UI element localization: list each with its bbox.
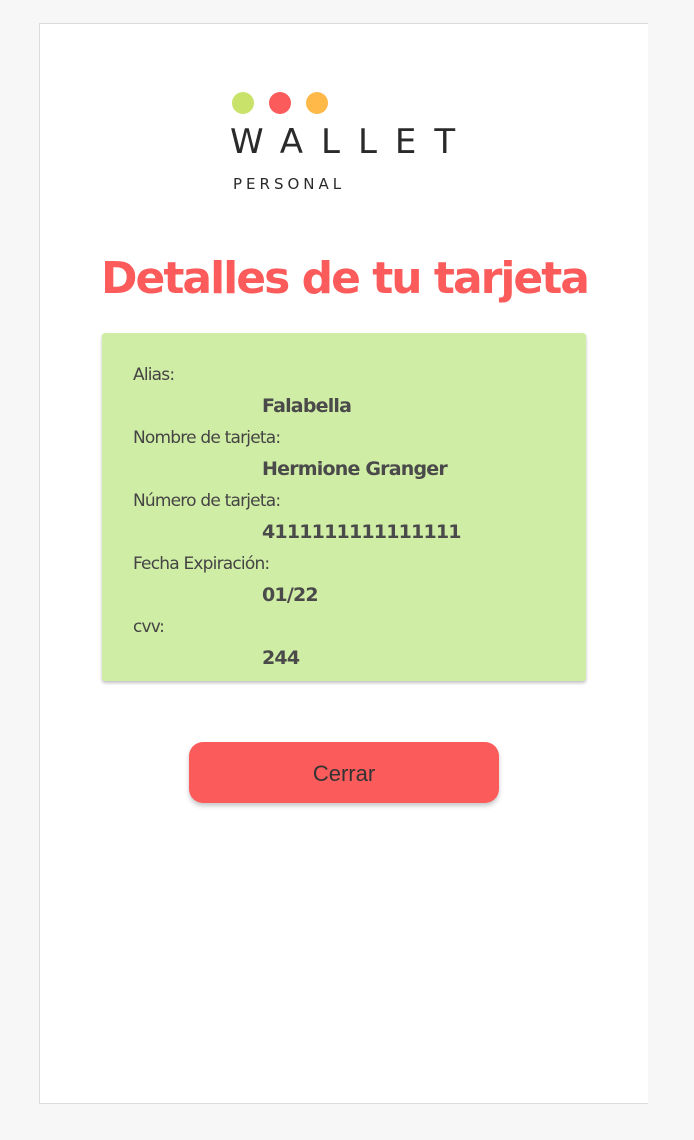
app-screen: WALLET PERSONAL Detalles de tu tarjeta A… — [39, 23, 648, 1104]
cvv-label: cvv: — [133, 617, 165, 637]
card-name-label: Nombre de tarjeta: — [133, 428, 281, 448]
card-details-panel: Alias: Falabella Nombre de tarjeta: Herm… — [102, 333, 586, 681]
logo-dot-orange — [306, 92, 328, 114]
cvv-value: 244 — [262, 647, 300, 669]
card-name-value: Hermione Granger — [262, 458, 448, 480]
close-button[interactable]: Cerrar — [189, 742, 499, 803]
logo-wordmark: WALLET — [230, 122, 474, 162]
expiration-label: Fecha Expiración: — [133, 554, 270, 574]
alias-label: Alias: — [133, 365, 175, 385]
logo-tagline: PERSONAL — [233, 175, 346, 193]
expiration-value: 01/22 — [262, 584, 319, 606]
logo-dot-red — [269, 92, 291, 114]
wallet-logo: WALLET PERSONAL — [230, 90, 470, 200]
card-number-label: Número de tarjeta: — [133, 491, 281, 511]
page-title: Detalles de tu tarjeta — [100, 253, 590, 304]
alias-value: Falabella — [262, 395, 352, 417]
logo-dot-green — [232, 92, 254, 114]
card-number-value: 4111111111111111 — [262, 521, 462, 543]
